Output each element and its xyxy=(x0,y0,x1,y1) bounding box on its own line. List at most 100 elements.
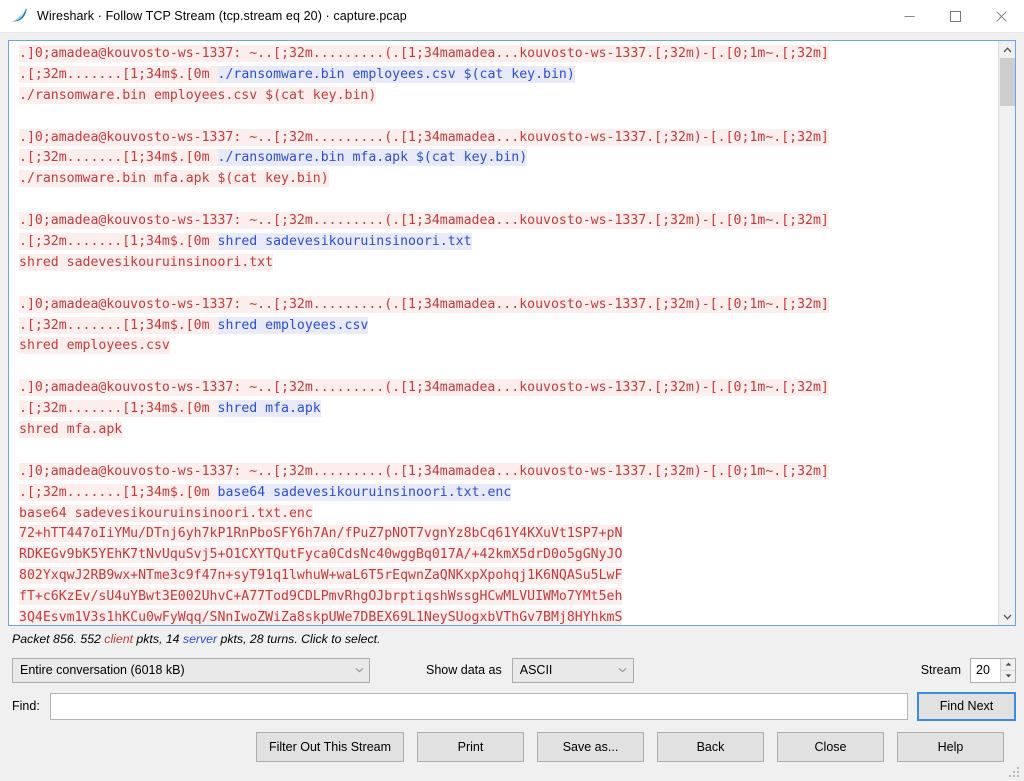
server-prompt-prefix: .[;32m.......[1;34m$.[0m xyxy=(19,316,218,334)
vertical-scrollbar[interactable] xyxy=(998,41,1015,625)
close-icon xyxy=(995,10,1007,22)
scroll-down-icon xyxy=(1003,614,1011,620)
client-command-text: shred mfa.apk xyxy=(217,400,321,418)
minimize-button[interactable] xyxy=(886,0,932,33)
status-prefix: Packet 856. 552 xyxy=(12,632,105,646)
window-controls xyxy=(886,0,1024,33)
dialog-button-row: Filter Out This Stream Print Save as... … xyxy=(8,732,1016,762)
stream-blank-line xyxy=(19,441,998,462)
stream-command-line: .[;32m.......[1;34m$.[0m base64 sadevesi… xyxy=(19,483,998,504)
stream-number-value: 20 xyxy=(976,663,990,677)
server-output-text: fT+c6KzEv/sU4uYBwt3E002UhvC+A77Tod9CDLPm… xyxy=(19,588,623,606)
server-output-text: 72+hTT447oIiYMu/DTnj6yh7kP1RnPboSFY6h7An… xyxy=(19,525,623,543)
stream-text-viewport[interactable]: .]0;amadea@kouvosto-ws-1337: ~..[;32m...… xyxy=(9,41,998,625)
stream-output-line: 3Q4Esvm1V3s1hKCu0wFyWqq/SNnIwoZWiZa8skpU… xyxy=(19,608,998,625)
stream-output-line: 802YxqwJ2RB9wx+NTme3c9f47n+syT91q1lwhuW+… xyxy=(19,566,998,587)
save-as-button[interactable]: Save as... xyxy=(537,732,644,762)
server-output-text: RDKEGv9bK5YEhK7tNvUquSvj5+O1CXYTQutFyca0… xyxy=(19,546,623,564)
find-row: Find: Find Next xyxy=(12,691,1016,721)
stream-spinner-down-button[interactable] xyxy=(1001,670,1015,682)
spinner-down-icon xyxy=(1005,674,1011,678)
stream-number-spinbox[interactable]: 20 xyxy=(970,657,1016,683)
stream-command-line: .[;32m.......[1;34m$.[0m shred mfa.apk xyxy=(19,399,998,420)
client-command-text: base64 sadevesikouruinsinoori.txt.enc xyxy=(217,483,512,501)
stream-echo-line: ./ransomware.bin mfa.apk $(cat key.bin) xyxy=(19,169,998,190)
server-echo-text: shred employees.csv xyxy=(19,337,170,355)
scrollbar-track[interactable] xyxy=(998,58,1015,608)
client-command-text: shred employees.csv xyxy=(217,316,369,334)
follow-tcp-stream-dialog: Wireshark · Follow TCP Stream (tcp.strea… xyxy=(0,0,1024,781)
find-label: Find: xyxy=(12,699,40,713)
server-echo-text: ./ransomware.bin employees.csv $(cat key… xyxy=(19,86,377,104)
show-data-as-select[interactable]: ASCII xyxy=(511,657,634,683)
status-suffix: pkts, 28 turns. Click to select. xyxy=(217,632,381,646)
scrollbar-down-button[interactable] xyxy=(998,608,1015,625)
stream-output-line: 72+hTT447oIiYMu/DTnj6yh7kP1RnPboSFY6h7An… xyxy=(19,524,998,545)
status-mid: pkts, 14 xyxy=(133,632,183,646)
close-button-dialog[interactable]: Close xyxy=(777,732,884,762)
stream-spinner-buttons xyxy=(1000,658,1015,682)
server-prompt-text: .]0;amadea@kouvosto-ws-1337: ~..[;32m...… xyxy=(19,295,829,313)
back-button[interactable]: Back xyxy=(657,732,764,762)
stream-content-pane[interactable]: .]0;amadea@kouvosto-ws-1337: ~..[;32m...… xyxy=(8,40,1016,626)
stream-blank-line xyxy=(19,357,998,378)
scrollbar-thumb[interactable] xyxy=(999,58,1015,106)
stream-status-line[interactable]: Packet 856. 552 client pkts, 14 server p… xyxy=(12,632,1024,652)
stream-echo-line: shred sadevesikouruinsinoori.txt xyxy=(19,253,998,274)
help-button[interactable]: Help xyxy=(897,732,1004,762)
stream-controls-row: Entire conversation (6018 kB) Show data … xyxy=(12,657,1016,683)
server-prompt-text: .]0;amadea@kouvosto-ws-1337: ~..[;32m...… xyxy=(19,45,829,62)
status-server-word: server xyxy=(182,632,218,646)
server-prompt-prefix: .[;32m.......[1;34m$.[0m xyxy=(19,65,218,83)
server-prompt-text: .]0;amadea@kouvosto-ws-1337: ~..[;32m...… xyxy=(19,212,829,230)
server-echo-text: shred sadevesikouruinsinoori.txt xyxy=(19,253,274,271)
stream-prompt-line: .]0;amadea@kouvosto-ws-1337: ~..[;32m...… xyxy=(19,378,998,399)
scrollbar-up-button[interactable] xyxy=(998,41,1015,58)
stream-text-lines: .]0;amadea@kouvosto-ws-1337: ~..[;32m...… xyxy=(9,44,998,625)
stream-command-line: .[;32m.......[1;34m$.[0m shred employees… xyxy=(19,316,998,337)
find-input[interactable] xyxy=(49,692,908,720)
title-bar: Wireshark · Follow TCP Stream (tcp.strea… xyxy=(0,0,1024,33)
stream-prompt-line: .]0;amadea@kouvosto-ws-1337: ~..[;32m...… xyxy=(19,128,998,149)
stream-prompt-line: .]0;amadea@kouvosto-ws-1337: ~..[;32m...… xyxy=(19,44,998,65)
title-bar-left: Wireshark · Follow TCP Stream (tcp.strea… xyxy=(0,8,886,24)
stream-command-line: .[;32m.......[1;34m$.[0m ./ransomware.bi… xyxy=(19,65,998,86)
server-output-text: 802YxqwJ2RB9wx+NTme3c9f47n+syT91q1lwhuW+… xyxy=(19,567,623,585)
maximize-icon xyxy=(949,10,961,22)
show-data-as-value: ASCII xyxy=(519,663,553,677)
stream-command-line: .[;32m.......[1;34m$.[0m ./ransomware.bi… xyxy=(19,148,998,169)
server-output-text: 3Q4Esvm1V3s1hKCu0wFyWqq/SNnIwoZWiZa8skpU… xyxy=(19,609,623,625)
chevron-down-icon xyxy=(349,667,369,673)
scroll-up-icon xyxy=(1003,46,1011,52)
server-prompt-text: .]0;amadea@kouvosto-ws-1337: ~..[;32m...… xyxy=(19,379,829,397)
conversation-select[interactable]: Entire conversation (6018 kB) xyxy=(12,657,370,683)
server-prompt-prefix: .[;32m.......[1;34m$.[0m xyxy=(19,400,218,418)
stream-echo-line: base64 sadevesikouruinsinoori.txt.enc xyxy=(19,504,998,525)
stream-prompt-line: .]0;amadea@kouvosto-ws-1337: ~..[;32m...… xyxy=(19,295,998,316)
server-echo-text: ./ransomware.bin mfa.apk $(cat key.bin) xyxy=(19,170,329,188)
resize-grip-icon[interactable] xyxy=(1008,766,1020,778)
stream-command-line: .[;32m.......[1;34m$.[0m shred sadevesik… xyxy=(19,232,998,253)
stream-echo-line: shred mfa.apk xyxy=(19,420,998,441)
filter-out-this-stream-button[interactable]: Filter Out This Stream xyxy=(256,732,404,762)
stream-echo-line: ./ransomware.bin employees.csv $(cat key… xyxy=(19,86,998,107)
chevron-down-icon xyxy=(613,667,633,673)
show-data-as-label: Show data as xyxy=(426,663,502,677)
stream-blank-line xyxy=(19,274,998,295)
print-button[interactable]: Print xyxy=(417,732,524,762)
close-button[interactable] xyxy=(978,0,1024,33)
client-command-text: shred sadevesikouruinsinoori.txt xyxy=(217,233,472,251)
window-title: Wireshark · Follow TCP Stream (tcp.strea… xyxy=(37,9,407,23)
server-echo-text: shred mfa.apk xyxy=(19,421,123,439)
stream-prompt-line: .]0;amadea@kouvosto-ws-1337: ~..[;32m...… xyxy=(19,211,998,232)
server-prompt-text: .]0;amadea@kouvosto-ws-1337: ~..[;32m...… xyxy=(19,128,829,146)
stream-prompt-line: .]0;amadea@kouvosto-ws-1337: ~..[;32m...… xyxy=(19,462,998,483)
server-echo-text: base64 sadevesikouruinsinoori.txt.enc xyxy=(19,504,313,522)
stream-label: Stream xyxy=(920,663,961,677)
client-command-text: ./ransomware.bin mfa.apk $(cat key.bin) xyxy=(217,149,528,167)
wireshark-shark-fin-icon xyxy=(11,8,27,22)
find-next-button[interactable]: Find Next xyxy=(917,691,1016,721)
maximize-button[interactable] xyxy=(932,0,978,33)
stream-spinner-up-button[interactable] xyxy=(1001,658,1015,671)
minimize-icon xyxy=(904,15,914,17)
